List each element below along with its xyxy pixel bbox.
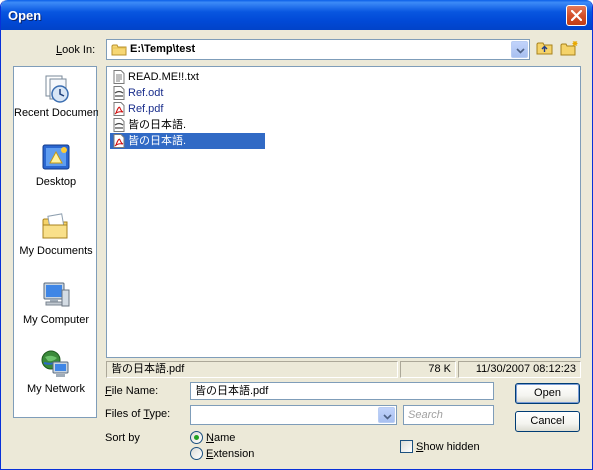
my-computer-icon bbox=[43, 282, 70, 307]
place-label: Recent Documents bbox=[14, 107, 98, 119]
file-item[interactable]: Ref.pdf bbox=[110, 101, 265, 117]
folder-up-icon bbox=[536, 42, 553, 55]
place-label: Desktop bbox=[35, 176, 77, 188]
file-name: 皆の日本語. bbox=[128, 119, 187, 131]
file-name: 皆の日本語. bbox=[128, 135, 187, 147]
sort-name-label[interactable]: Name bbox=[206, 432, 235, 444]
status-filename: 皆の日本語.pdf bbox=[106, 361, 398, 378]
cancel-button[interactable]: Cancel bbox=[515, 411, 580, 432]
file-name: Ref.pdf bbox=[128, 103, 164, 115]
place-my-documents[interactable]: My Documents bbox=[14, 207, 98, 273]
my-documents-icon bbox=[42, 213, 68, 239]
place-label: My Network bbox=[26, 383, 86, 395]
up-one-level-button[interactable] bbox=[536, 40, 556, 60]
status-modified: 11/30/2007 08:12:23 bbox=[458, 361, 581, 378]
title-bar: Open bbox=[1, 0, 592, 30]
place-my-computer[interactable]: My Computer bbox=[14, 276, 98, 342]
open-dialog: Open Look In: E:\Temp\test Recent Docume… bbox=[0, 0, 593, 470]
look-in-label: Look In: bbox=[56, 44, 96, 56]
file-item[interactable]: Ref.odt bbox=[110, 85, 265, 101]
place-desktop[interactable]: Desktop bbox=[14, 138, 98, 204]
pdf-file-icon bbox=[113, 102, 125, 116]
folder-icon bbox=[111, 44, 127, 56]
file-item-selected[interactable]: 皆の日本語. bbox=[110, 133, 265, 149]
file-name: READ.ME!!.txt bbox=[128, 71, 199, 83]
show-hidden-label[interactable]: Show hidden bbox=[416, 441, 480, 453]
show-hidden-checkbox[interactable] bbox=[400, 440, 413, 453]
document-file-icon bbox=[113, 86, 125, 100]
close-icon bbox=[571, 10, 582, 21]
chevron-down-icon bbox=[516, 48, 525, 54]
desktop-icon bbox=[42, 144, 70, 170]
pdf-file-icon bbox=[113, 134, 125, 148]
sort-extension-label[interactable]: Extension bbox=[206, 448, 254, 460]
new-folder-icon bbox=[560, 41, 578, 56]
sort-by-label: Sort by bbox=[105, 432, 140, 444]
files-of-type-label: Files of Type: bbox=[105, 408, 171, 420]
look-in-combo[interactable]: E:\Temp\test bbox=[106, 39, 530, 60]
text-file-icon bbox=[113, 70, 125, 84]
file-name-input[interactable]: 皆の日本語.pdf bbox=[190, 382, 494, 400]
file-name: Ref.odt bbox=[128, 87, 164, 99]
sort-name-radio[interactable] bbox=[190, 431, 203, 444]
place-recent-documents[interactable]: Recent Documents bbox=[14, 69, 98, 135]
file-name-label: File Name: bbox=[105, 385, 159, 397]
place-label: My Documents bbox=[19, 245, 93, 257]
place-label: My Computer bbox=[22, 314, 90, 326]
search-input[interactable]: Search bbox=[403, 405, 494, 425]
files-of-type-dropdown-arrow[interactable] bbox=[378, 407, 395, 423]
close-button[interactable] bbox=[566, 5, 587, 26]
chevron-down-icon bbox=[383, 414, 392, 420]
my-network-icon bbox=[41, 350, 69, 377]
files-of-type-combo[interactable] bbox=[190, 405, 397, 425]
sort-extension-radio[interactable] bbox=[190, 447, 203, 460]
status-size: 78 K bbox=[400, 361, 456, 378]
document-file-icon bbox=[113, 118, 125, 132]
place-my-network[interactable]: My Network bbox=[14, 345, 98, 411]
look-in-value: E:\Temp\test bbox=[130, 43, 196, 55]
new-folder-button[interactable] bbox=[560, 40, 580, 60]
file-item[interactable]: READ.ME!!.txt bbox=[110, 69, 265, 85]
places-bar: Recent Documents Desktop My Documents bbox=[13, 66, 98, 418]
recent-documents-icon bbox=[45, 75, 69, 103]
file-item[interactable]: 皆の日本語. bbox=[110, 117, 265, 133]
open-button[interactable]: Open bbox=[515, 383, 580, 404]
file-list[interactable]: READ.ME!!.txt Ref.odt Ref.pdf 皆の日本語. 皆の日… bbox=[106, 66, 581, 358]
window-title: Open bbox=[8, 8, 42, 23]
look-in-dropdown-arrow[interactable] bbox=[511, 41, 528, 58]
